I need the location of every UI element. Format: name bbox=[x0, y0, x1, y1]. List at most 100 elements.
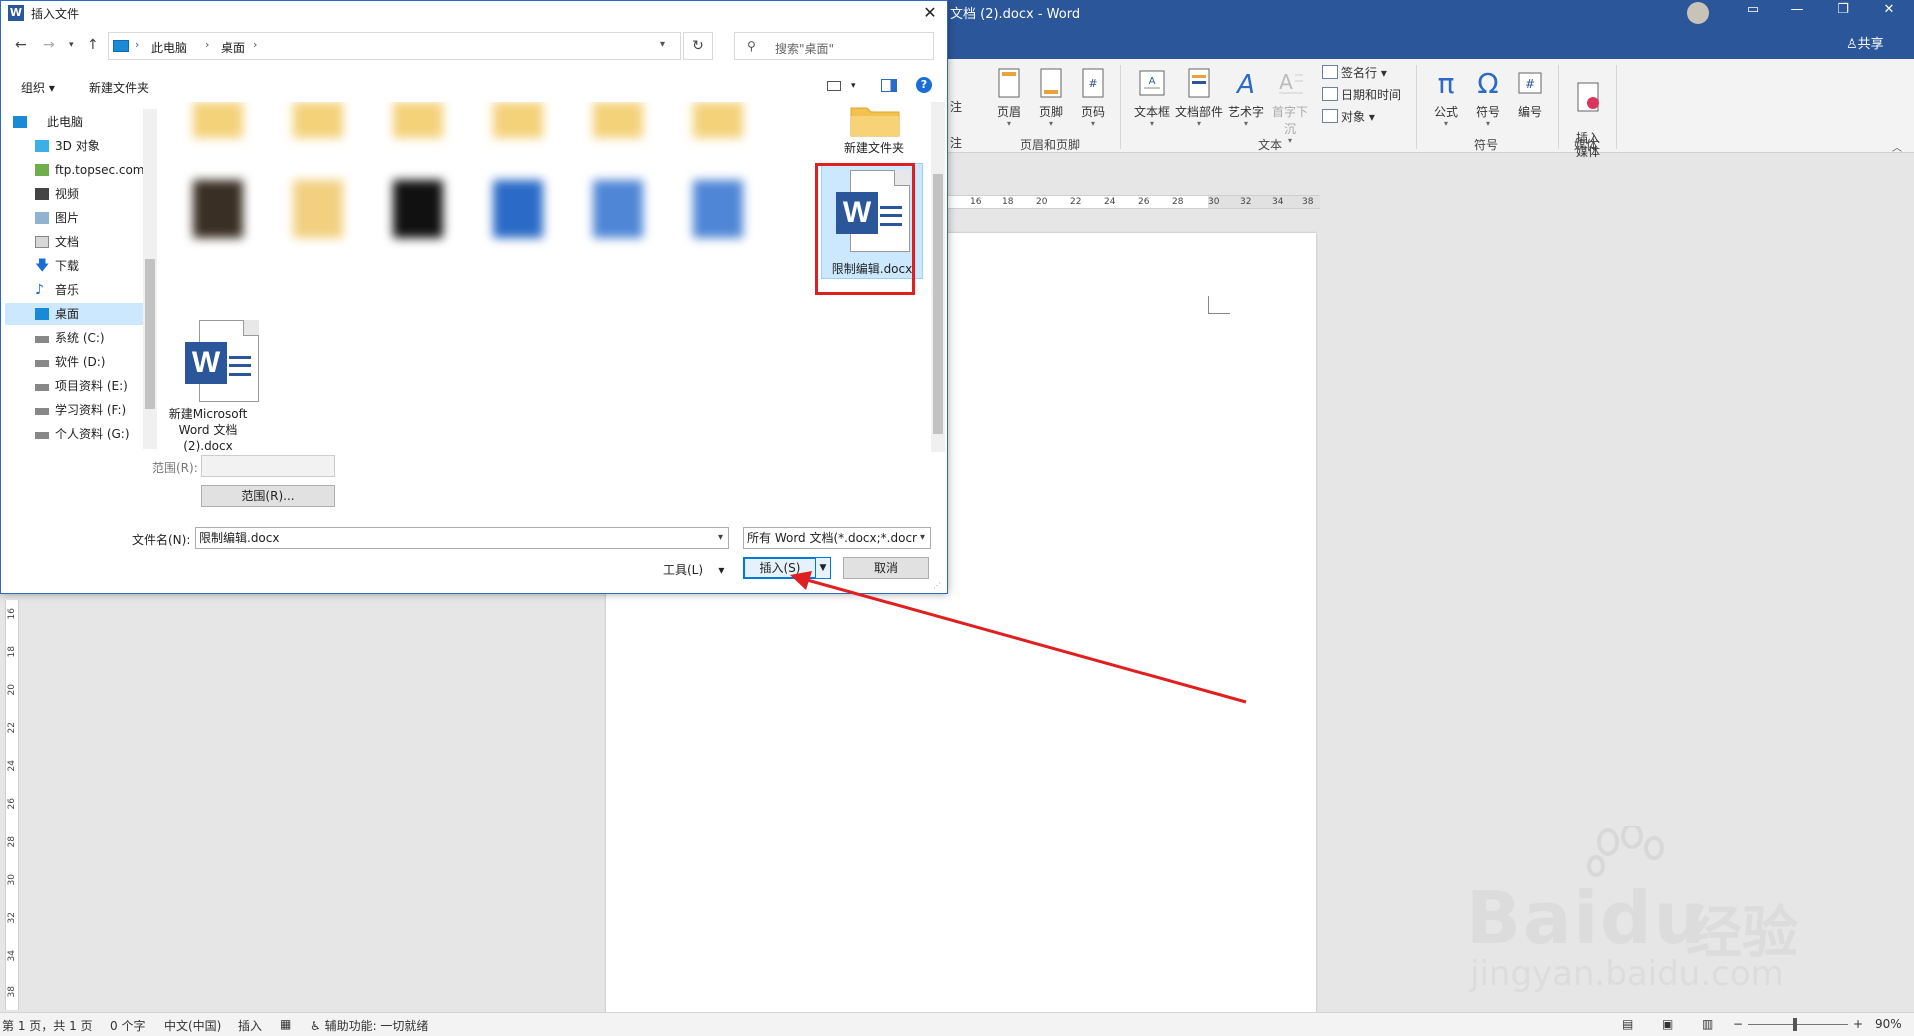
filename-dropdown-icon[interactable]: ▾ bbox=[718, 528, 723, 548]
tree-item-3d-objects[interactable]: 3D 对象 bbox=[5, 135, 143, 157]
preview-pane-icon[interactable] bbox=[881, 79, 897, 92]
zoom-out-icon[interactable]: − bbox=[1733, 1017, 1743, 1031]
quick-parts-button[interactable]: 文档部件 ▾ bbox=[1174, 67, 1224, 128]
range-input[interactable] bbox=[201, 455, 335, 477]
file-list-scrollbar[interactable] bbox=[931, 102, 945, 452]
back-arrow-icon[interactable]: ← bbox=[15, 37, 27, 53]
dropcap-button[interactable]: A 首字下沉 ▾ bbox=[1268, 67, 1312, 145]
textbox-button[interactable]: A 文本框 ▾ bbox=[1130, 67, 1174, 128]
object-button[interactable]: 对象 ▾ bbox=[1322, 107, 1375, 127]
file-tile-new-word-doc[interactable]: W 新建Microsoft Word 文档 (2).docx bbox=[163, 320, 259, 452]
status-page[interactable]: 第 1 页，共 1 页 bbox=[2, 1017, 93, 1034]
address-dropdown-icon[interactable]: ▾ bbox=[660, 39, 665, 50]
read-mode-icon[interactable]: ▤ bbox=[1622, 1017, 1633, 1031]
file-tile-blurred[interactable] bbox=[471, 102, 561, 158]
file-tile-blurred[interactable] bbox=[371, 180, 461, 270]
tree-item-documents[interactable]: 文档 bbox=[5, 231, 143, 253]
zoom-level[interactable]: 90% bbox=[1875, 1017, 1902, 1031]
tree-item-music[interactable]: ♪ 音乐 bbox=[5, 279, 143, 301]
collapse-ribbon-icon[interactable]: ︿ bbox=[1892, 139, 1902, 154]
tree-item-downloads[interactable]: 🡇 下载 bbox=[5, 255, 143, 277]
file-tile-blurred[interactable] bbox=[171, 180, 261, 270]
scrollbar-thumb[interactable] bbox=[933, 174, 943, 434]
tree-item-drive-e[interactable]: 项目资料 (E:) bbox=[5, 375, 143, 397]
file-tile-blurred[interactable] bbox=[471, 180, 561, 270]
file-tile-blurred[interactable] bbox=[271, 102, 361, 158]
cancel-button[interactable]: 取消 bbox=[843, 557, 929, 579]
breadcrumb-this-pc[interactable]: 此电脑 bbox=[151, 39, 187, 56]
resize-grip-icon[interactable]: ⋰ bbox=[933, 581, 941, 590]
organize-button[interactable]: 组织 ▾ bbox=[21, 79, 55, 96]
footer-button[interactable]: 页脚 ▾ bbox=[1029, 67, 1073, 128]
wordart-button[interactable]: A 艺术字 ▾ bbox=[1224, 67, 1268, 128]
dialog-close-button[interactable]: ✕ bbox=[915, 2, 945, 24]
number-button[interactable]: # 编号 bbox=[1508, 67, 1552, 120]
minimize-icon[interactable]: — bbox=[1777, 2, 1817, 22]
forward-arrow-icon[interactable]: → bbox=[43, 37, 55, 53]
file-tile-blurred[interactable] bbox=[371, 102, 461, 158]
file-tile-blurred[interactable] bbox=[671, 180, 761, 270]
navigation-scrollbar[interactable] bbox=[143, 109, 157, 449]
tree-item-drive-c[interactable]: 系统 (C:) bbox=[5, 327, 143, 349]
tree-item-desktop[interactable]: 桌面 bbox=[5, 303, 143, 325]
horizontal-ruler[interactable]: 16 18 20 22 24 26 28 30 32 34 38 bbox=[948, 195, 1320, 209]
change-view-icon[interactable] bbox=[827, 81, 841, 91]
file-tile-new-folder[interactable]: 新建文件夹 bbox=[829, 102, 919, 158]
zoom-in-icon[interactable]: + bbox=[1853, 1017, 1863, 1031]
filetype-select[interactable]: 所有 Word 文档(*.docx;*.docr ▾ bbox=[743, 527, 931, 549]
status-word-count[interactable]: 0 个字 bbox=[110, 1017, 145, 1034]
range-button[interactable]: 范围(R)... bbox=[201, 485, 335, 507]
dialog-navbar: ← → ▾ ↑ › 此电脑 › 桌面 › ▾ ↻ ⚲ 搜索"桌面" bbox=[1, 29, 947, 65]
zoom-slider-track[interactable] bbox=[1748, 1024, 1848, 1025]
accessibility-icon: ♿ bbox=[310, 1019, 325, 1033]
tree-item-drive-d[interactable]: 软件 (D:) bbox=[5, 351, 143, 373]
file-tile-blurred[interactable] bbox=[571, 180, 661, 270]
vertical-ruler[interactable]: 16 18 20 22 24 26 28 30 32 34 38 bbox=[5, 600, 19, 1010]
filetype-dropdown-icon[interactable]: ▾ bbox=[916, 528, 925, 548]
equation-button[interactable]: π 公式 ▾ bbox=[1424, 67, 1468, 128]
new-folder-button[interactable]: 新建文件夹 bbox=[89, 79, 149, 96]
user-avatar[interactable] bbox=[1687, 2, 1709, 24]
view-dropdown-icon[interactable]: ▾ bbox=[851, 81, 856, 91]
web-layout-icon[interactable]: ▥ bbox=[1702, 1017, 1713, 1031]
header-button[interactable]: 页眉 ▾ bbox=[987, 67, 1031, 128]
close-window-icon[interactable]: ✕ bbox=[1869, 2, 1909, 22]
status-insert-mode[interactable]: 插入 bbox=[238, 1017, 262, 1034]
page-number-button[interactable]: # 页码 ▾ bbox=[1071, 67, 1115, 128]
file-tile-blurred[interactable] bbox=[271, 180, 361, 270]
tree-item-videos[interactable]: 视频 bbox=[5, 183, 143, 205]
ruler-tick: 30 bbox=[7, 874, 17, 886]
signature-line-button[interactable]: 签名行 ▾ bbox=[1322, 63, 1387, 83]
scrollbar-thumb[interactable] bbox=[145, 259, 155, 409]
refresh-button[interactable]: ↻ bbox=[683, 32, 713, 60]
tree-item-this-pc[interactable]: 此电脑 bbox=[5, 111, 143, 133]
macro-icon[interactable]: ▦ bbox=[280, 1017, 291, 1031]
file-tile-blurred[interactable] bbox=[671, 102, 761, 158]
restore-icon[interactable]: ❐ bbox=[1823, 2, 1863, 22]
insert-button[interactable]: 插入(S) bbox=[743, 557, 817, 579]
file-tile-blurred[interactable] bbox=[571, 102, 661, 158]
file-tile-blurred[interactable] bbox=[171, 102, 261, 158]
tree-item-drive-g[interactable]: 个人资料 (G:) bbox=[5, 423, 143, 445]
breadcrumb-desktop[interactable]: 桌面 bbox=[221, 39, 245, 56]
svg-text:#: # bbox=[1525, 77, 1535, 91]
accessibility-status[interactable]: ♿ 辅助功能: 一切就绪 bbox=[310, 1017, 428, 1034]
recent-locations-icon[interactable]: ▾ bbox=[69, 40, 74, 50]
share-button[interactable]: ♙共享 bbox=[1846, 33, 1884, 52]
zoom-slider-thumb[interactable] bbox=[1793, 1018, 1797, 1031]
help-icon[interactable]: ? bbox=[916, 77, 932, 93]
date-time-button[interactable]: 日期和时间 bbox=[1322, 85, 1401, 105]
symbol-button[interactable]: Ω 符号 ▾ bbox=[1466, 67, 1510, 128]
print-layout-icon[interactable]: ▣ bbox=[1662, 1017, 1673, 1031]
filename-input[interactable]: 限制编辑.docx ▾ bbox=[195, 527, 729, 549]
search-box[interactable]: ⚲ 搜索"桌面" bbox=[734, 32, 934, 60]
tools-button[interactable]: 工具(L) ▾ bbox=[663, 561, 724, 578]
tree-item-drive-f[interactable]: 学习资料 (F:) bbox=[5, 399, 143, 421]
tree-item-pictures[interactable]: 图片 bbox=[5, 207, 143, 229]
ribbon-display-options-icon[interactable]: ▭ bbox=[1733, 2, 1773, 22]
status-language[interactable]: 中文(中国) bbox=[164, 1017, 221, 1034]
up-arrow-icon[interactable]: ↑ bbox=[87, 37, 99, 53]
insert-options-dropdown[interactable]: ▼ bbox=[815, 557, 831, 579]
address-bar[interactable]: › 此电脑 › 桌面 › ▾ bbox=[108, 32, 681, 60]
tree-item-ftp[interactable]: ftp.topsec.com bbox=[5, 159, 145, 181]
